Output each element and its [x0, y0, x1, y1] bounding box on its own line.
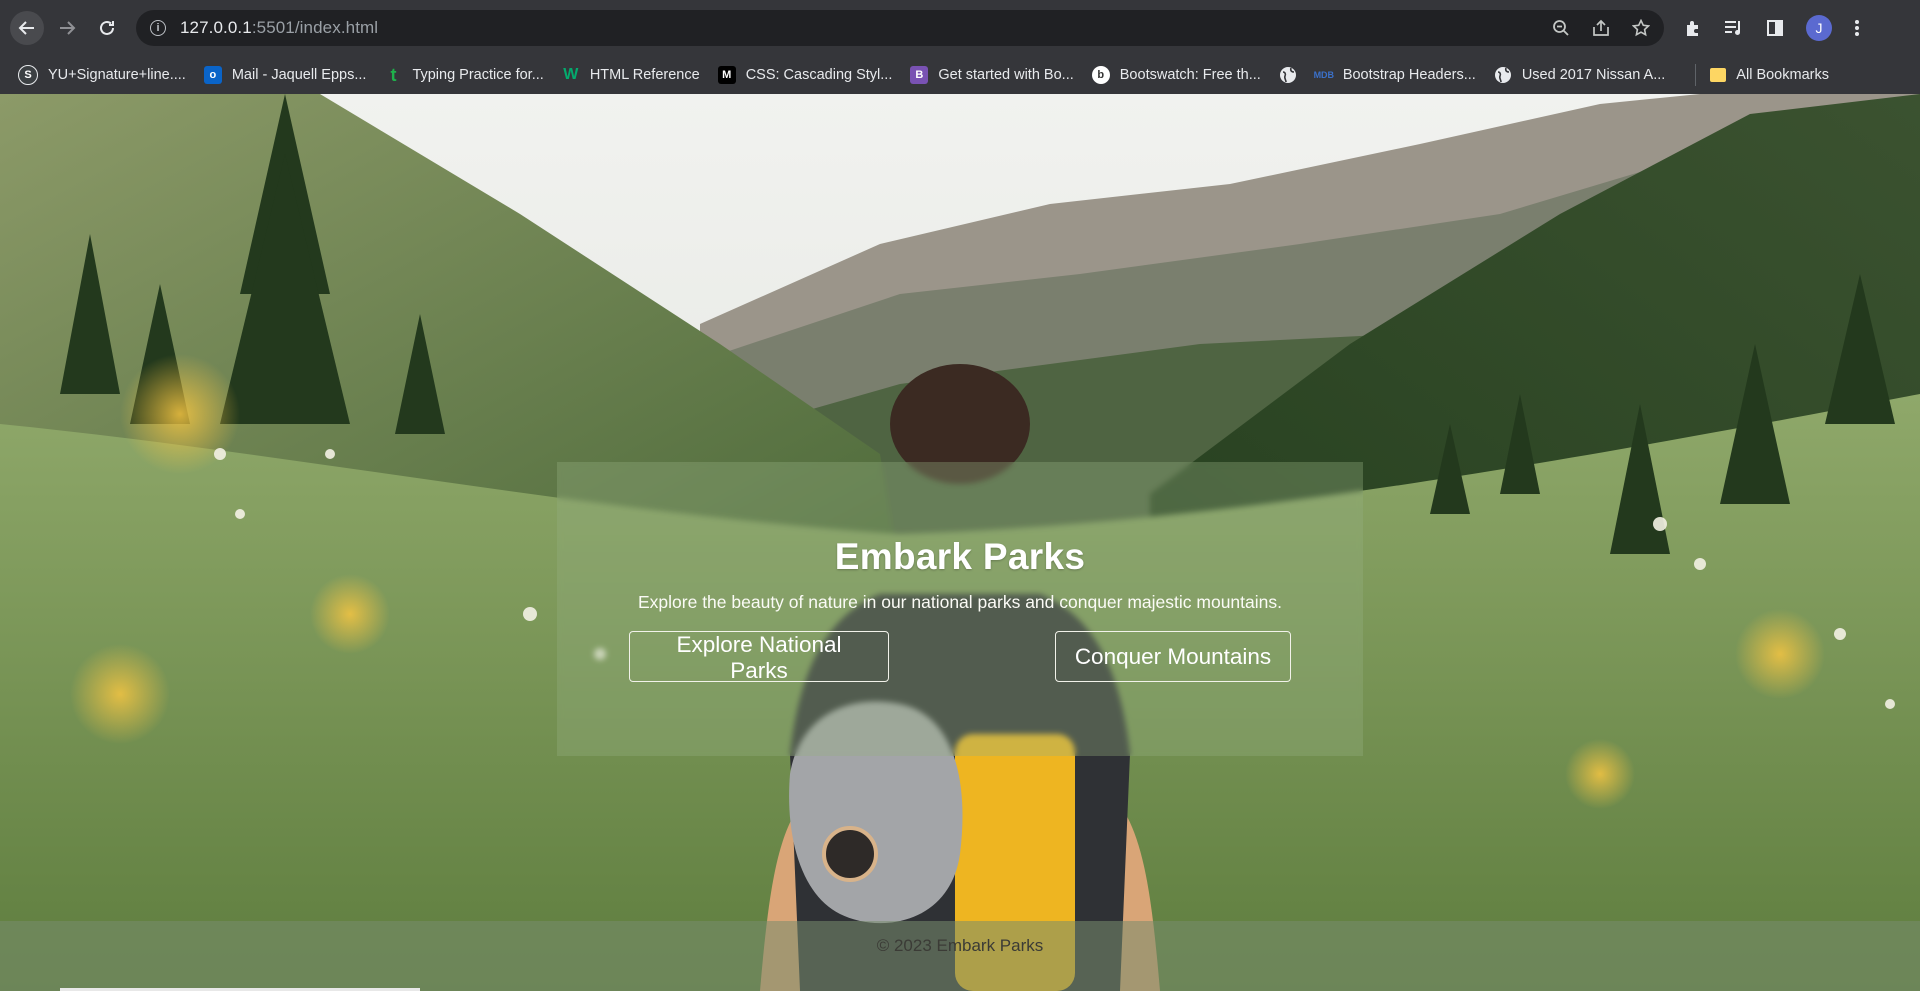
- bootstrap-icon: B: [910, 66, 929, 84]
- bookmark-item[interactable]: Used 2017 Nissan A...: [1494, 66, 1665, 84]
- share-icon[interactable]: [1592, 19, 1610, 37]
- bookmark-item[interactable]: MDB Bootstrap Headers...: [1313, 66, 1476, 84]
- zoom-icon[interactable]: [1552, 19, 1570, 37]
- page-footer: © 2023 Embark Parks: [0, 921, 1920, 991]
- mdb-icon: MDB: [1313, 70, 1335, 80]
- bookmark-item[interactable]: b Bootswatch: Free th...: [1091, 66, 1261, 84]
- back-button[interactable]: [10, 11, 44, 45]
- signature-icon: S: [18, 65, 38, 85]
- bookmarks-divider: [1695, 64, 1697, 86]
- all-bookmarks[interactable]: All Bookmarks: [1710, 67, 1829, 83]
- side-panel-icon[interactable]: [1766, 19, 1784, 37]
- site-info-icon[interactable]: i: [150, 20, 166, 36]
- bookmark-label: YU+Signature+line....: [48, 67, 186, 83]
- menu-kebab-icon[interactable]: [1854, 19, 1860, 37]
- w3-icon: W: [563, 66, 579, 83]
- reload-button[interactable]: [90, 11, 124, 45]
- bookmark-item[interactable]: [1279, 66, 1297, 84]
- globe-icon: [1494, 66, 1512, 84]
- bookmark-star-icon[interactable]: [1632, 19, 1650, 37]
- bookmark-label: Bootswatch: Free th...: [1119, 67, 1261, 83]
- conquer-mountains-button[interactable]: Conquer Mountains: [1055, 631, 1291, 682]
- reload-icon: [100, 20, 114, 35]
- url-path: :5501/index.html: [251, 18, 379, 37]
- arrow-right-icon: [60, 21, 76, 35]
- bookmark-label: Bootstrap Headers...: [1342, 67, 1476, 83]
- arrow-left-icon: [18, 21, 34, 35]
- globe-icon: [1279, 66, 1297, 84]
- bookmark-label: Typing Practice for...: [412, 67, 544, 83]
- bookmark-item[interactable]: M CSS: Cascading Styl...: [717, 66, 893, 84]
- bookmark-label: Get started with Bo...: [938, 67, 1074, 83]
- forward-button[interactable]: [50, 11, 84, 45]
- bookmark-item[interactable]: W HTML Reference: [562, 66, 700, 84]
- all-bookmarks-label: All Bookmarks: [1736, 67, 1829, 83]
- bookmark-label: Used 2017 Nissan A...: [1521, 67, 1666, 83]
- bootswatch-icon: b: [1091, 66, 1110, 84]
- outlook-icon: o: [203, 66, 222, 84]
- address-bar[interactable]: i 127.0.0.1:5501/index.html: [136, 10, 1664, 46]
- url-text[interactable]: 127.0.0.1:5501/index.html: [180, 18, 378, 38]
- explore-parks-button[interactable]: Explore National Parks: [629, 631, 889, 683]
- bookmark-label: Mail - Jaquell Epps...: [231, 67, 367, 83]
- bookmark-item[interactable]: t Typing Practice for...: [384, 64, 544, 85]
- browser-toolbar: i 127.0.0.1:5501/index.html J: [0, 0, 1920, 56]
- bookmark-item[interactable]: o Mail - Jaquell Epps...: [203, 66, 367, 84]
- typing-icon: t: [390, 64, 397, 85]
- mdn-icon: M: [717, 66, 736, 84]
- bookmark-item[interactable]: B Get started with Bo...: [910, 66, 1074, 84]
- folder-icon: [1710, 68, 1727, 82]
- reading-list-icon[interactable]: [1724, 19, 1744, 37]
- profile-avatar[interactable]: J: [1806, 15, 1832, 41]
- web-page: Embark Parks Explore the beauty of natur…: [0, 94, 1920, 991]
- copyright-text: © 2023 Embark Parks: [876, 936, 1044, 955]
- url-host: 127.0.0.1: [180, 18, 252, 37]
- hero-subtitle: Explore the beauty of nature in our nati…: [638, 592, 1282, 612]
- extensions-icon[interactable]: [1684, 19, 1702, 37]
- bookmark-item[interactable]: S YU+Signature+line....: [18, 65, 186, 85]
- bookmarks-bar: S YU+Signature+line.... o Mail - Jaquell E…: [0, 56, 1920, 94]
- hero-card: Embark Parks Explore the beauty of natur…: [557, 462, 1363, 756]
- bookmark-label: CSS: Cascading Styl...: [745, 67, 893, 83]
- bookmark-label: HTML Reference: [589, 67, 700, 83]
- hero-title: Embark Parks: [834, 536, 1086, 577]
